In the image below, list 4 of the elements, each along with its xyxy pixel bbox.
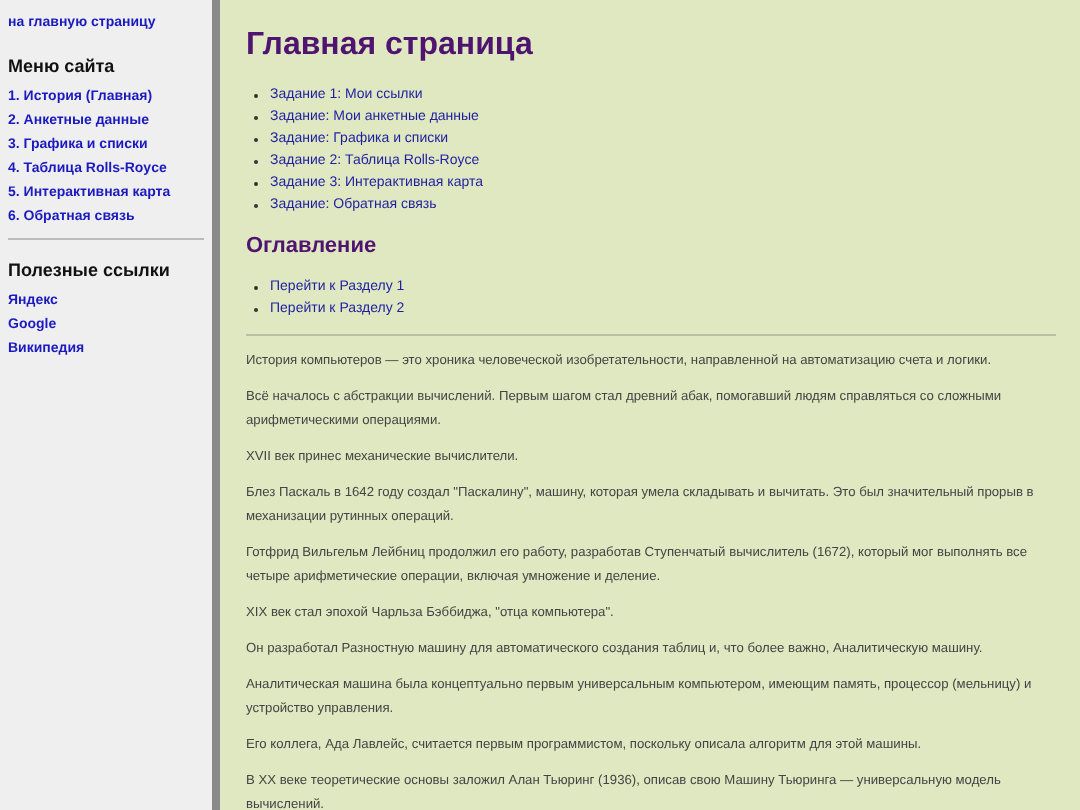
section-heading: Оглавление (246, 232, 379, 260)
sidebar-heading: Меню сайта (8, 54, 115, 78)
sidebar-heading: Полезные ссылки (8, 258, 170, 282)
page-title: Главная страница (246, 28, 535, 64)
